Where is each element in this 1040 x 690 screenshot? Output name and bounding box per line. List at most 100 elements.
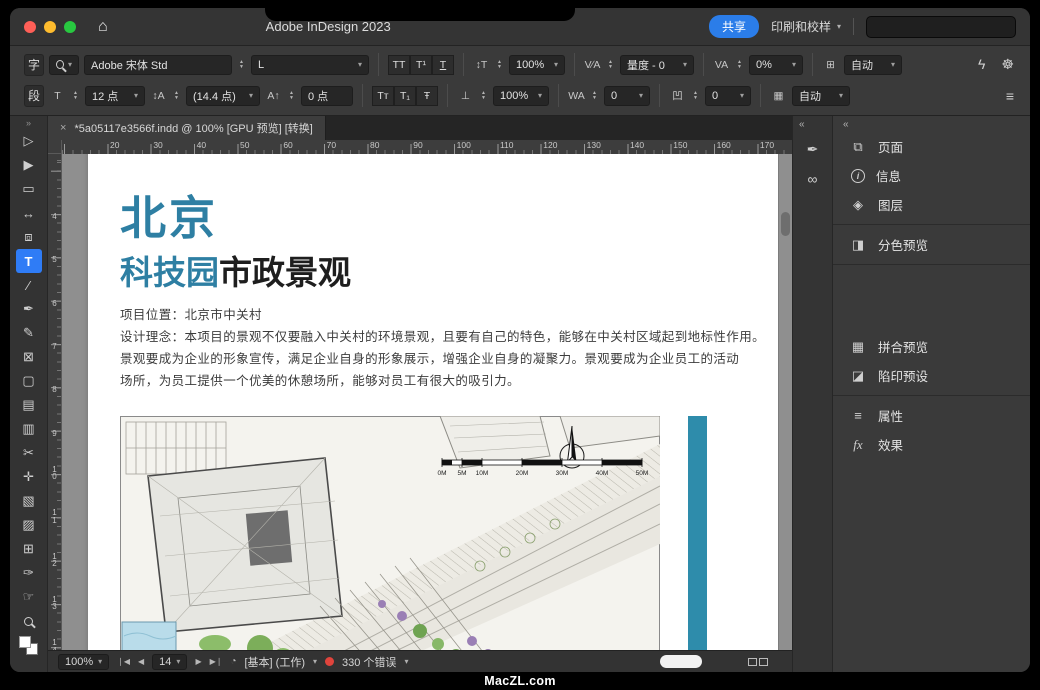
vertical-scrollbar[interactable] — [778, 154, 792, 650]
horizontal-scrollbar-thumb[interactable] — [660, 655, 702, 668]
grid-count-field-2[interactable]: 自动 — [792, 86, 850, 106]
ruler-label: 10 — [48, 466, 61, 509]
eyedropper-tool[interactable]: ✑ — [16, 561, 42, 585]
previous-page-button[interactable]: ◀ — [138, 657, 144, 666]
preflight-profile-label[interactable]: [基本] (工作) — [245, 654, 306, 670]
line-tool[interactable]: ∕ — [16, 273, 42, 297]
panel-item-flattener-preview[interactable]: ▦ 拼合预览 — [833, 332, 1030, 361]
font-size-field[interactable]: 12 点 — [85, 86, 145, 106]
minimize-window-button[interactable] — [44, 21, 56, 33]
horizontal-scale-field[interactable]: 100% — [493, 86, 549, 106]
gradient-feather-tool[interactable]: ▨ — [16, 513, 42, 537]
superscript-button[interactable]: T¹ — [410, 55, 432, 75]
wa-spacing-field[interactable]: 0 — [604, 86, 650, 106]
links-panel-icon[interactable]: ∞ — [800, 166, 826, 192]
grid-count-field-1[interactable]: 自动 — [844, 55, 902, 75]
strikethrough-button[interactable]: Ŧ — [416, 86, 438, 106]
horizontal-scale-icon: ⊥ — [457, 90, 474, 102]
workspace-menu[interactable]: 印刷和校样 ▾ — [771, 18, 854, 35]
share-button[interactable]: 共享 — [709, 15, 759, 38]
zoom-window-button[interactable] — [64, 21, 76, 33]
baseline-shift-field[interactable]: 0 点 — [301, 86, 353, 106]
dock-collapse-icon[interactable]: « — [793, 118, 805, 132]
page-number-field[interactable]: 14 — [152, 654, 187, 670]
home-icon[interactable]: ⌂ — [98, 18, 108, 36]
gradient-tool[interactable]: ▧ — [16, 489, 42, 513]
proportional-spacing-field[interactable]: 0% — [749, 55, 803, 75]
document-tab[interactable]: × *5a05117e3566f.indd @ 100% [GPU 预览] [转… — [48, 116, 326, 140]
font-family-stepper[interactable] — [237, 60, 246, 70]
gear-icon[interactable]: ☸ — [1001, 56, 1014, 73]
toolbar-collapse-icon[interactable]: » — [26, 117, 31, 129]
rectangle-frame-tool[interactable]: ⊠ — [16, 345, 42, 369]
font-size-stepper[interactable] — [71, 91, 80, 101]
zoom-level-field[interactable]: 100% — [58, 654, 109, 670]
leading-stepper[interactable] — [172, 91, 181, 101]
font-style-field[interactable]: L — [251, 55, 369, 75]
leading-field[interactable]: (14.4 点) — [186, 86, 260, 106]
horizontal-scale-stepper[interactable] — [479, 91, 488, 101]
selection-tool[interactable]: ▷ — [16, 129, 42, 153]
gap-tool[interactable]: ↔ — [16, 201, 42, 225]
ruler-origin-box[interactable] — [48, 140, 62, 154]
free-transform-tool[interactable]: ✛ — [16, 465, 42, 489]
rectangle-tool[interactable]: ▢ — [16, 369, 42, 393]
vertical-scale-field[interactable]: 100% — [509, 55, 565, 75]
font-search-icon[interactable] — [49, 55, 79, 75]
paragraph-formatting-toggle[interactable]: 段 — [24, 85, 44, 107]
all-caps-button[interactable]: TT — [388, 55, 410, 75]
document-canvas[interactable]: 北京 科技园市政景观 项目位置：北京市中关村 设计理念：本项目的景观不仅要融入中… — [48, 154, 792, 650]
preflight-status-icon[interactable]: ◔ — [230, 656, 236, 667]
direct-selection-tool[interactable]: ▶ — [16, 153, 42, 177]
panel-item-label: 拼合预览 — [878, 337, 928, 356]
aki-spacing-field[interactable]: 0 — [705, 86, 751, 106]
underline-button[interactable]: T — [432, 55, 454, 75]
content-collector-tool[interactable]: ⧈ — [16, 225, 42, 249]
kerning-stepper[interactable] — [606, 60, 615, 70]
panel-item-layers[interactable]: ◈ 图层 — [833, 190, 1030, 219]
pan​el-item-separations-preview[interactable]: ◨ 分色预览 — [833, 230, 1030, 259]
character-formatting-toggle[interactable]: 字 — [24, 54, 44, 76]
aki-spacing-stepper[interactable] — [691, 91, 700, 101]
vertical-grid-tool[interactable]: ▥ — [16, 417, 42, 441]
panel-menu-icon[interactable]: ≡ — [1006, 88, 1014, 104]
subscript-button[interactable]: T₁ — [394, 86, 416, 106]
baseline-shift-stepper[interactable] — [287, 91, 296, 101]
pen-tool[interactable]: ✒ — [16, 297, 42, 321]
stroke-panel-icon[interactable]: ✒ — [800, 136, 826, 162]
close-window-button[interactable] — [24, 21, 36, 33]
first-page-button[interactable]: ❘◀ — [117, 657, 130, 666]
zoom-tool[interactable] — [16, 609, 42, 633]
spread-view-icon[interactable] — [748, 658, 768, 666]
panel-item-effects[interactable]: fx 效果 — [833, 430, 1030, 459]
chevron-down-icon[interactable]: ▾ — [404, 657, 408, 666]
search-input[interactable] — [866, 16, 1016, 38]
wa-spacing-stepper[interactable] — [590, 91, 599, 101]
next-page-button[interactable]: ▶ — [195, 657, 201, 666]
last-page-button[interactable]: ▶❘ — [210, 657, 223, 666]
panel-item-pages[interactable]: ⧉ 页面 — [833, 132, 1030, 161]
panel-item-info[interactable]: i 信息 — [833, 161, 1030, 190]
page-tool[interactable]: ▭ — [16, 177, 42, 201]
chevron-down-icon[interactable]: ▾ — [313, 657, 317, 666]
small-caps-button[interactable]: Tт — [372, 86, 394, 106]
pages-icon: ⧉ — [849, 139, 867, 155]
font-family-field[interactable]: Adobe 宋体 Std — [84, 55, 232, 75]
close-tab-icon[interactable]: × — [60, 122, 66, 134]
panel-collapse-icon[interactable]: « — [833, 118, 1030, 132]
fill-stroke-swatches[interactable] — [19, 636, 39, 656]
error-count-label[interactable]: 330 个错误 — [342, 654, 396, 670]
vertical-scale-stepper[interactable] — [495, 60, 504, 70]
horizontal-grid-tool[interactable]: ▤ — [16, 393, 42, 417]
note-tool[interactable]: ⊞ — [16, 537, 42, 561]
vertical-scrollbar-thumb[interactable] — [781, 212, 790, 236]
proportional-spacing-stepper[interactable] — [735, 60, 744, 70]
panel-item-attributes[interactable]: ≡ 属性 — [833, 401, 1030, 430]
pencil-tool[interactable]: ✎ — [16, 321, 42, 345]
type-tool[interactable]: T — [16, 249, 42, 273]
panel-item-trap-presets[interactable]: ◪ 陷印预设 — [833, 361, 1030, 390]
scissors-tool[interactable]: ✂ — [16, 441, 42, 465]
hand-tool[interactable]: ☞ — [16, 585, 42, 609]
kerning-field[interactable]: 量度 - 0 — [620, 55, 694, 75]
quick-apply-icon[interactable]: ϟ — [978, 56, 985, 73]
